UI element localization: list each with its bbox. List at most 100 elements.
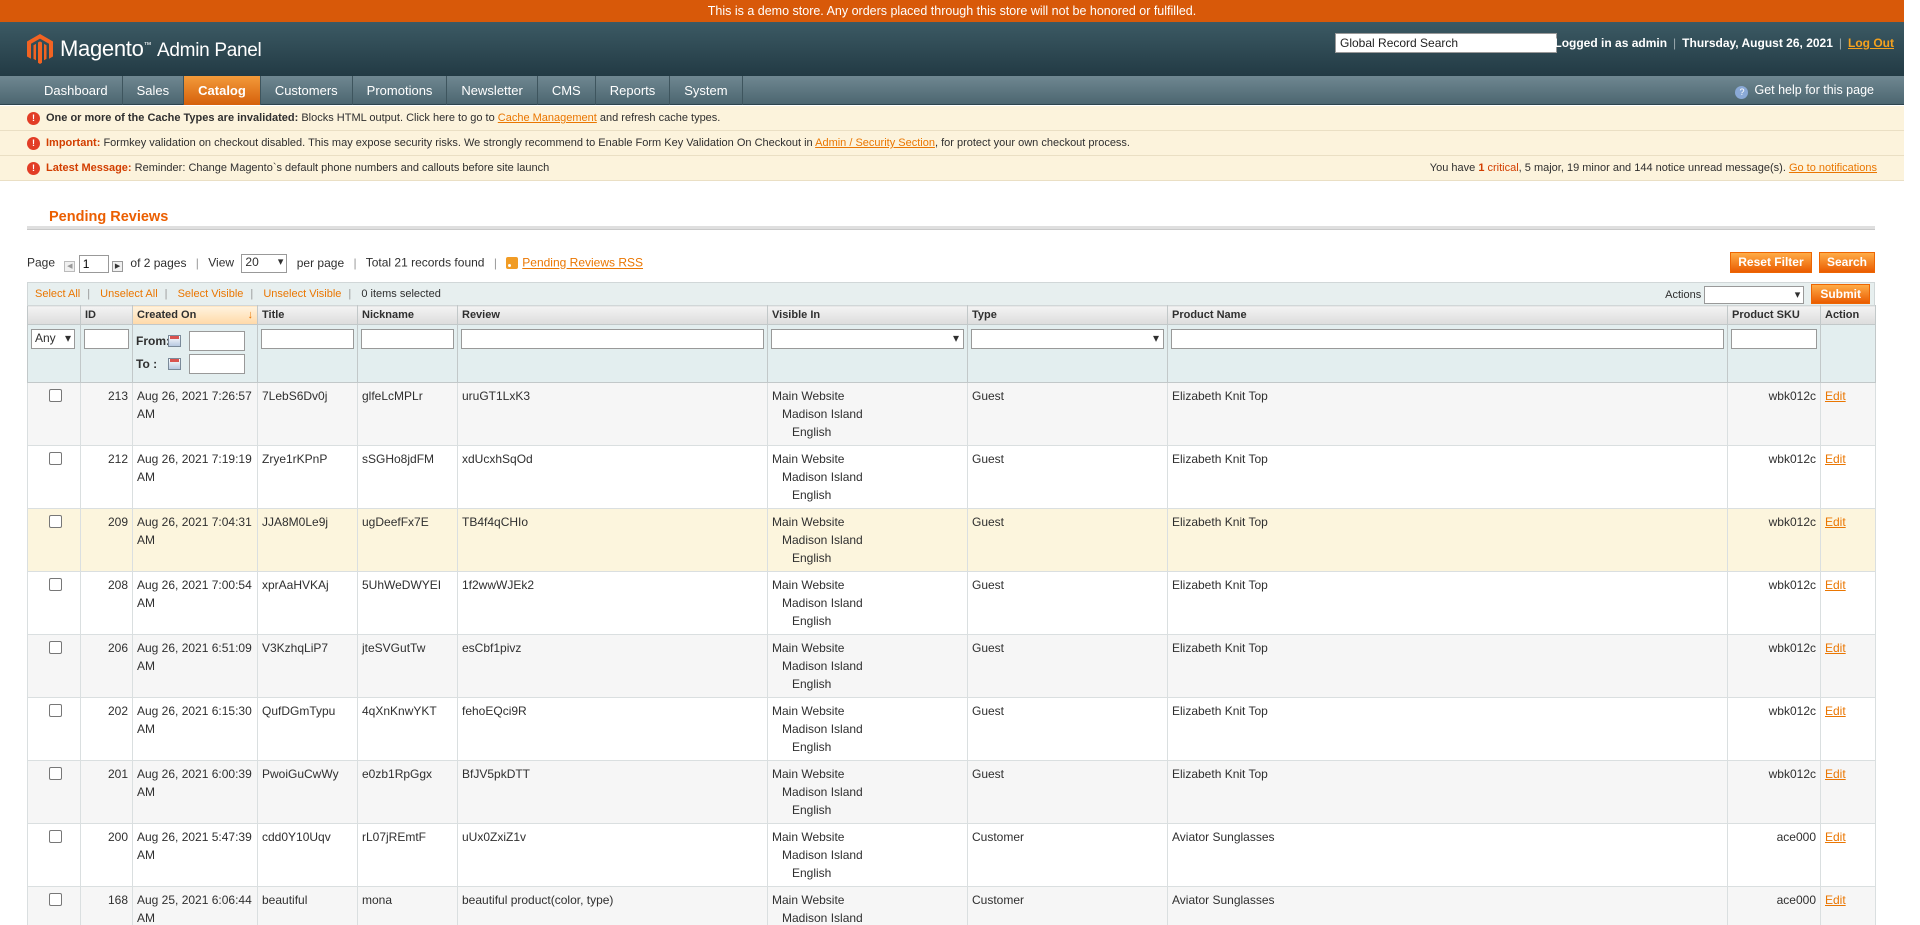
col-header-title[interactable]: Title: [257, 305, 358, 325]
row-checkbox[interactable]: [49, 578, 62, 591]
go-to-notifications-link[interactable]: Go to notifications: [1789, 162, 1877, 174]
cell-created-on: Aug 26, 2021 6:51:09 AM: [132, 634, 258, 698]
notification-summary: You have 1 critical, 5 major, 19 minor a…: [1429, 162, 1877, 174]
help-link[interactable]: ? Get help for this page: [1735, 76, 1874, 105]
filter-product-sku-input[interactable]: [1731, 329, 1817, 349]
submit-button[interactable]: Submit: [1811, 284, 1870, 304]
nav-dashboard[interactable]: Dashboard: [0, 76, 123, 105]
pending-reviews-rss-link[interactable]: Pending Reviews RSS: [522, 256, 643, 270]
col-header-type[interactable]: Type: [967, 305, 1168, 325]
nav-catalog[interactable]: Catalog: [184, 76, 261, 105]
nav-promotions[interactable]: Promotions: [353, 76, 448, 105]
rss-icon: [506, 256, 519, 269]
edit-link[interactable]: Edit: [1825, 515, 1846, 529]
mass-select-filter[interactable]: Any: [31, 329, 75, 349]
col-header-product-name[interactable]: Product Name: [1167, 305, 1728, 325]
unselect-visible-link[interactable]: Unselect Visible: [263, 288, 341, 300]
cell-product-sku: wbk012c: [1727, 697, 1821, 761]
prev-page-icon[interactable]: ◀: [64, 260, 76, 272]
grid-pager: Page ◀ ▶ of 2 pages | View 20 per page |…: [27, 246, 1875, 282]
global-record-search-input[interactable]: [1335, 33, 1557, 53]
cell-product-sku: wbk012c: [1727, 760, 1821, 824]
logout-link[interactable]: Log Out: [1848, 36, 1894, 50]
filter-title-input[interactable]: [261, 329, 354, 349]
nav-cms[interactable]: CMS: [538, 76, 596, 105]
reset-filter-button[interactable]: Reset Filter: [1730, 252, 1812, 273]
select-all-link[interactable]: Select All: [35, 288, 80, 300]
cell-visible-in: Main WebsiteMadison IslandEnglish: [767, 382, 968, 446]
page-number-input[interactable]: [78, 254, 109, 273]
col-header-created-on[interactable]: Created On ↓: [132, 305, 258, 325]
edit-link[interactable]: Edit: [1825, 452, 1846, 466]
cell-product-name: Elizabeth Knit Top: [1167, 697, 1728, 761]
next-page-icon[interactable]: ▶: [112, 260, 124, 272]
header-date: Thursday, August 26, 2021: [1682, 36, 1833, 50]
unselect-all-link[interactable]: Unselect All: [100, 288, 157, 300]
table-row[interactable]: 206 Aug 26, 2021 6:51:09 AM V3KzhqLiP7 jteSV…: [27, 634, 1876, 698]
row-checkbox[interactable]: [49, 641, 62, 654]
cell-title: xprAaHVKAj: [257, 571, 358, 635]
security-section-link[interactable]: Admin / Security Section: [815, 137, 935, 149]
edit-link[interactable]: Edit: [1825, 704, 1846, 718]
row-checkbox[interactable]: [49, 767, 62, 780]
edit-link[interactable]: Edit: [1825, 767, 1846, 781]
cell-product-name: Elizabeth Knit Top: [1167, 508, 1728, 572]
nav-sales[interactable]: Sales: [123, 76, 185, 105]
edit-link[interactable]: Edit: [1825, 830, 1846, 844]
select-visible-link[interactable]: Select Visible: [178, 288, 244, 300]
cell-title: Zrye1rKPnP: [257, 445, 358, 509]
calendar-icon[interactable]: [168, 334, 181, 347]
table-row[interactable]: 208 Aug 26, 2021 7:00:54 AM xprAaHVKAj 5UhWe…: [27, 571, 1876, 635]
cell-visible-in: Main WebsiteMadison IslandEnglish: [767, 571, 968, 635]
per-page-label: per page: [296, 255, 345, 270]
row-checkbox[interactable]: [49, 704, 62, 717]
edit-link[interactable]: Edit: [1825, 578, 1846, 592]
per-page-select[interactable]: 20: [241, 254, 288, 273]
filter-review-input[interactable]: [461, 329, 764, 349]
col-header-nickname[interactable]: Nickname: [357, 305, 458, 325]
nav-newsletter[interactable]: Newsletter: [447, 76, 538, 105]
table-row[interactable]: 202 Aug 26, 2021 6:15:30 AM QufDGmTypu 4qXnK…: [27, 697, 1876, 761]
nav-customers[interactable]: Customers: [261, 76, 353, 105]
filter-nickname-input[interactable]: [361, 329, 454, 349]
edit-link[interactable]: Edit: [1825, 641, 1846, 655]
filter-created-from-input[interactable]: [189, 330, 245, 351]
edit-link[interactable]: Edit: [1825, 893, 1846, 907]
page-label: Page: [27, 255, 56, 270]
col-header-visible-in[interactable]: Visible In: [767, 305, 968, 325]
filter-type-select[interactable]: [971, 329, 1164, 349]
row-checkbox[interactable]: [49, 893, 62, 906]
filter-visible-in-select[interactable]: [771, 329, 964, 349]
filter-id-input[interactable]: [84, 329, 129, 349]
col-header-product-sku[interactable]: Product SKU: [1727, 305, 1821, 325]
magento-logo[interactable]: Magento™ Admin Panel: [26, 33, 262, 65]
cache-management-link[interactable]: Cache Management: [498, 112, 597, 124]
row-checkbox[interactable]: [49, 452, 62, 465]
cell-product-sku: wbk012c: [1727, 508, 1821, 572]
nav-system[interactable]: System: [670, 76, 743, 105]
cell-product-name: Elizabeth Knit Top: [1167, 760, 1728, 824]
table-row[interactable]: 168 Aug 25, 2021 6:06:44 AM beautiful mona be…: [27, 886, 1876, 925]
error-icon: !: [27, 112, 40, 125]
actions-select[interactable]: [1704, 286, 1805, 305]
table-row[interactable]: 209 Aug 26, 2021 7:04:31 AM JJA8M0Le9j ugDee…: [27, 508, 1876, 572]
table-row[interactable]: 213 Aug 26, 2021 7:26:57 AM 7LebS6Dv0j glfeL…: [27, 382, 1876, 446]
edit-link[interactable]: Edit: [1825, 389, 1846, 403]
calendar-icon[interactable]: [168, 357, 181, 370]
table-row[interactable]: 212 Aug 26, 2021 7:19:19 AM Zrye1rKPnP sSGHo…: [27, 445, 1876, 509]
row-checkbox[interactable]: [49, 515, 62, 528]
col-header-id[interactable]: ID: [80, 305, 133, 325]
cell-id: 212: [80, 445, 133, 509]
filter-created-to-input[interactable]: [189, 353, 245, 374]
row-checkbox[interactable]: [49, 830, 62, 843]
row-checkbox[interactable]: [49, 389, 62, 402]
col-header-review[interactable]: Review: [457, 305, 768, 325]
nav-reports[interactable]: Reports: [596, 76, 671, 105]
table-row[interactable]: 201 Aug 26, 2021 6:00:39 AM PwoiGuCwWy e0zb1…: [27, 760, 1876, 824]
cell-type: Guest: [967, 634, 1168, 698]
cell-review: esCbf1pivz: [457, 634, 768, 698]
cell-type: Guest: [967, 571, 1168, 635]
table-row[interactable]: 200 Aug 26, 2021 5:47:39 AM cdd0Y10Uqv rL07j…: [27, 823, 1876, 887]
filter-product-name-input[interactable]: [1171, 329, 1724, 349]
search-button[interactable]: Search: [1818, 252, 1875, 273]
